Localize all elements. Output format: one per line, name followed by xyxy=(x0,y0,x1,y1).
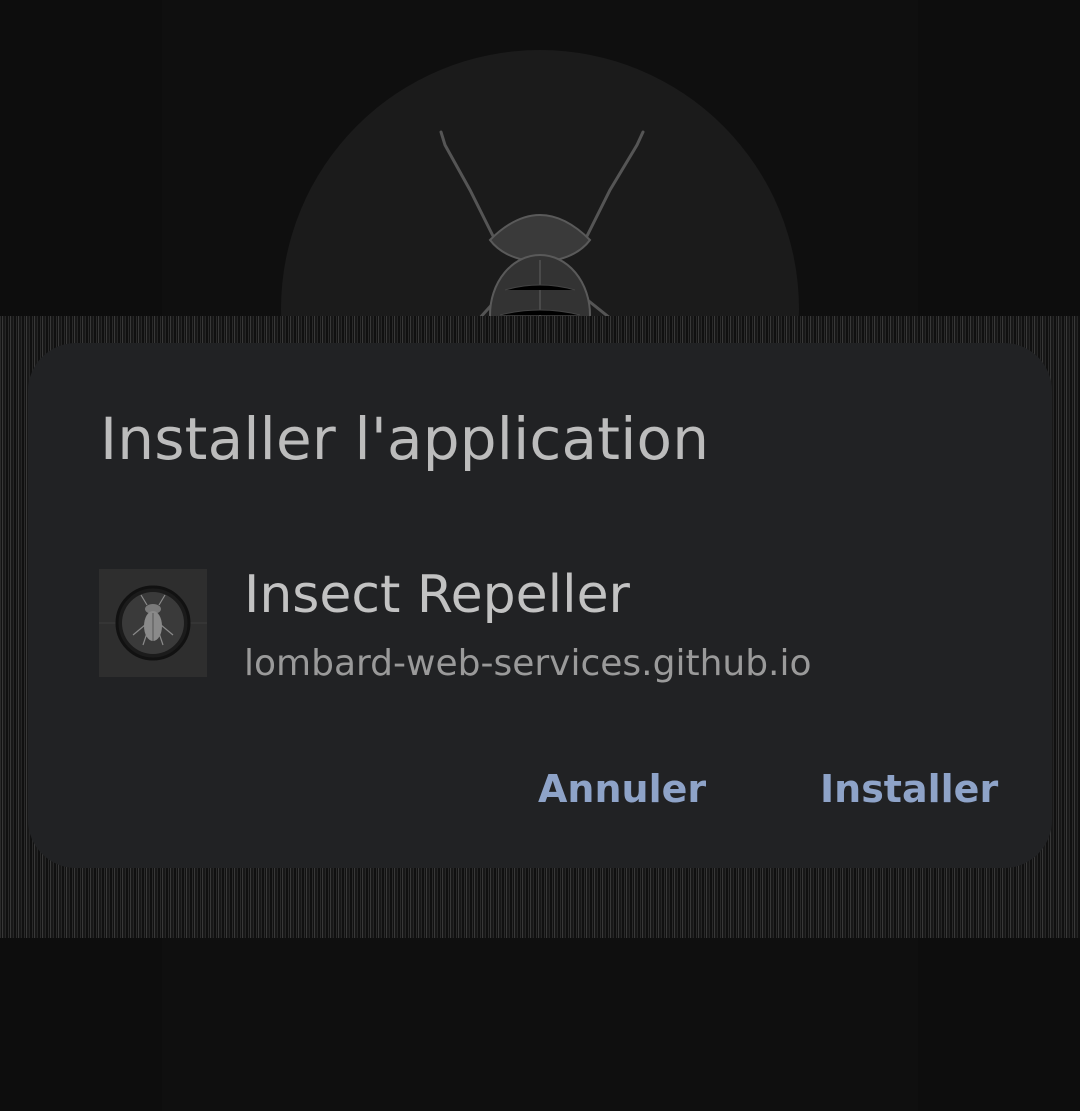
dialog-title: Installer l'application xyxy=(100,405,710,473)
app-name: Insect Repeller xyxy=(244,565,630,625)
screen: Installer l'application Insect Repeller … xyxy=(0,0,1080,1111)
install-app-dialog: Installer l'application Insect Repeller … xyxy=(28,343,1052,868)
app-source-url: lombard-web-services.github.io xyxy=(244,643,812,684)
cancel-button[interactable]: Annuler xyxy=(538,767,706,811)
fly-app-icon xyxy=(99,569,207,677)
install-button[interactable]: Installer xyxy=(820,767,998,811)
